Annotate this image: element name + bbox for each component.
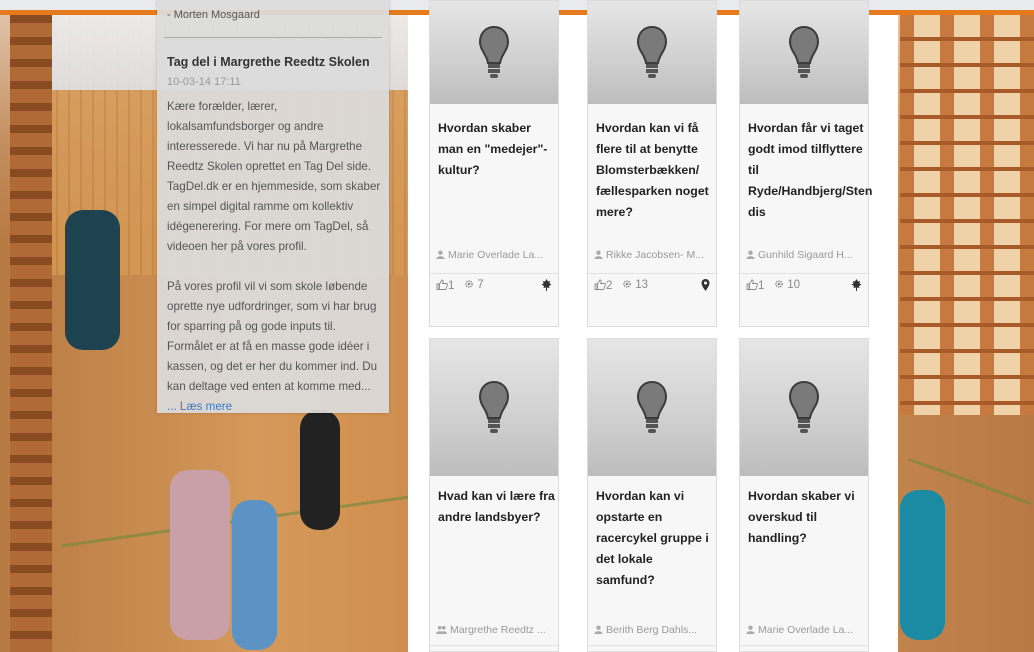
- gear-icon: [464, 279, 474, 291]
- like-count[interactable]: 1: [436, 279, 454, 292]
- card-author-name: Margrethe Reedtz ...: [450, 624, 546, 636]
- card-image[interactable]: [588, 339, 716, 476]
- gear-icon: [622, 279, 632, 291]
- card-divider: [430, 273, 558, 274]
- like-count[interactable]: 1: [746, 279, 764, 292]
- background-figure: [300, 410, 340, 530]
- info-paragraph: Kære forælder, lærer, lokalsamfundsborge…: [167, 100, 381, 253]
- background-wall-bars-right: [900, 15, 1034, 415]
- likes-value: 1: [758, 280, 765, 292]
- group-icon: [436, 624, 450, 636]
- background-figure: [900, 490, 945, 640]
- background-figure: [170, 470, 230, 640]
- lightbulb-icon: [478, 380, 510, 436]
- card-footer: 1 10: [746, 279, 864, 297]
- card-divider: [740, 273, 868, 274]
- info-paragraph: På vores profil vil vi som skole løbende…: [167, 277, 383, 417]
- pin-icon: [701, 279, 710, 294]
- idea-card[interactable]: Hvad kan vi lære fra andre landsbyer? Ma…: [429, 338, 559, 652]
- card-title[interactable]: Hvordan skaber man en "medejer"-kultur?: [438, 118, 556, 181]
- comments-value: 10: [787, 279, 800, 291]
- person-icon: [594, 624, 606, 636]
- lightbulb-icon: [788, 25, 820, 81]
- card-author-name: Rikke Jacobsen- M...: [606, 249, 705, 261]
- likes-value: 1: [448, 280, 455, 292]
- info-body: Kære forælder, lærer, lokalsamfundsborge…: [167, 97, 383, 417]
- idea-card[interactable]: Hvordan kan vi opstarte en racercykel gr…: [587, 338, 717, 652]
- lightbulb-icon: [478, 25, 510, 81]
- card-title[interactable]: Hvordan kan vi få flere til at benytte B…: [596, 118, 714, 223]
- likes-value: 2: [606, 280, 613, 292]
- challenge-info-card: - Morten Mosgaard Tag del i Margrethe Re…: [157, 0, 389, 413]
- idea-card[interactable]: Hvordan kan vi få flere til at benytte B…: [587, 0, 717, 327]
- card-divider: [588, 645, 716, 646]
- info-date: 10-03-14 17:11: [167, 76, 241, 88]
- card-image[interactable]: [740, 1, 868, 104]
- thumbs-up-icon: [436, 279, 448, 292]
- comment-count[interactable]: 7: [464, 279, 484, 291]
- lightbulb-icon: [636, 25, 668, 81]
- card-author[interactable]: Marie Overlade La...: [436, 249, 543, 261]
- card-divider: [740, 645, 868, 646]
- person-icon: [594, 249, 606, 261]
- card-title[interactable]: Hvad kan vi lære fra andre landsbyer?: [438, 486, 556, 528]
- card-title[interactable]: Hvordan skaber vi overskud til handling?: [748, 486, 866, 549]
- info-paragraph-text: På vores profil vil vi som skole løbende…: [167, 280, 378, 393]
- card-author[interactable]: Marie Overlade La...: [746, 624, 853, 636]
- card-image[interactable]: [430, 1, 558, 104]
- card-author-name: Gunhild Sigaard H...: [758, 249, 853, 261]
- lightbulb-icon: [636, 380, 668, 436]
- card-divider: [430, 645, 558, 646]
- thumbs-up-icon: [746, 279, 758, 292]
- gear-icon: [774, 279, 784, 291]
- card-author[interactable]: Margrethe Reedtz ...: [436, 624, 546, 636]
- read-more-link[interactable]: ... Læs mere: [167, 400, 232, 413]
- idea-card[interactable]: Hvordan skaber man en "medejer"-kultur? …: [429, 0, 559, 327]
- background-wall-bars-left: [10, 15, 52, 652]
- card-title[interactable]: Hvordan kan vi opstarte en racercykel gr…: [596, 486, 714, 591]
- lightbulb-icon: [788, 380, 820, 436]
- card-divider: [588, 273, 716, 274]
- like-count[interactable]: 2: [594, 279, 612, 292]
- thumbs-up-icon: [594, 279, 606, 292]
- person-icon: [746, 249, 758, 261]
- tree-icon: [541, 279, 552, 294]
- card-author[interactable]: Gunhild Sigaard H...: [746, 249, 853, 261]
- card-image[interactable]: [588, 1, 716, 104]
- idea-card[interactable]: Hvordan får vi taget godt imod tilflytte…: [739, 0, 872, 327]
- person-icon: [436, 249, 448, 261]
- card-author[interactable]: Rikke Jacobsen- M...: [594, 249, 704, 261]
- comments-value: 13: [635, 279, 648, 291]
- card-title[interactable]: Hvordan får vi taget godt imod tilflytte…: [748, 118, 872, 223]
- comment-count[interactable]: 13: [622, 279, 648, 291]
- comment-count[interactable]: 10: [774, 279, 800, 291]
- card-author-name: Marie Overlade La...: [758, 624, 854, 636]
- info-author: - Morten Mosgaard: [167, 9, 260, 21]
- idea-card[interactable]: Hvordan skaber vi overskud til handling?…: [739, 338, 869, 652]
- card-footer: 1 7: [436, 279, 554, 297]
- info-heading: Tag del i Margrethe Reedtz Skolen 10-03-…: [167, 53, 381, 92]
- background-figure: [65, 210, 120, 350]
- background-figure: [232, 500, 277, 650]
- card-image[interactable]: [740, 339, 868, 476]
- comments-value: 7: [477, 279, 484, 291]
- info-title[interactable]: Tag del i Margrethe Reedtz Skolen: [167, 55, 370, 69]
- tree-icon: [851, 279, 862, 294]
- card-author-name: Berith Berg Dahls...: [606, 624, 698, 636]
- info-divider: [164, 37, 382, 38]
- card-author-name: Marie Overlade La...: [448, 249, 544, 261]
- card-footer: 2 13: [594, 279, 712, 297]
- person-icon: [746, 624, 758, 636]
- card-image[interactable]: [430, 339, 558, 476]
- card-author[interactable]: Berith Berg Dahls...: [594, 624, 697, 636]
